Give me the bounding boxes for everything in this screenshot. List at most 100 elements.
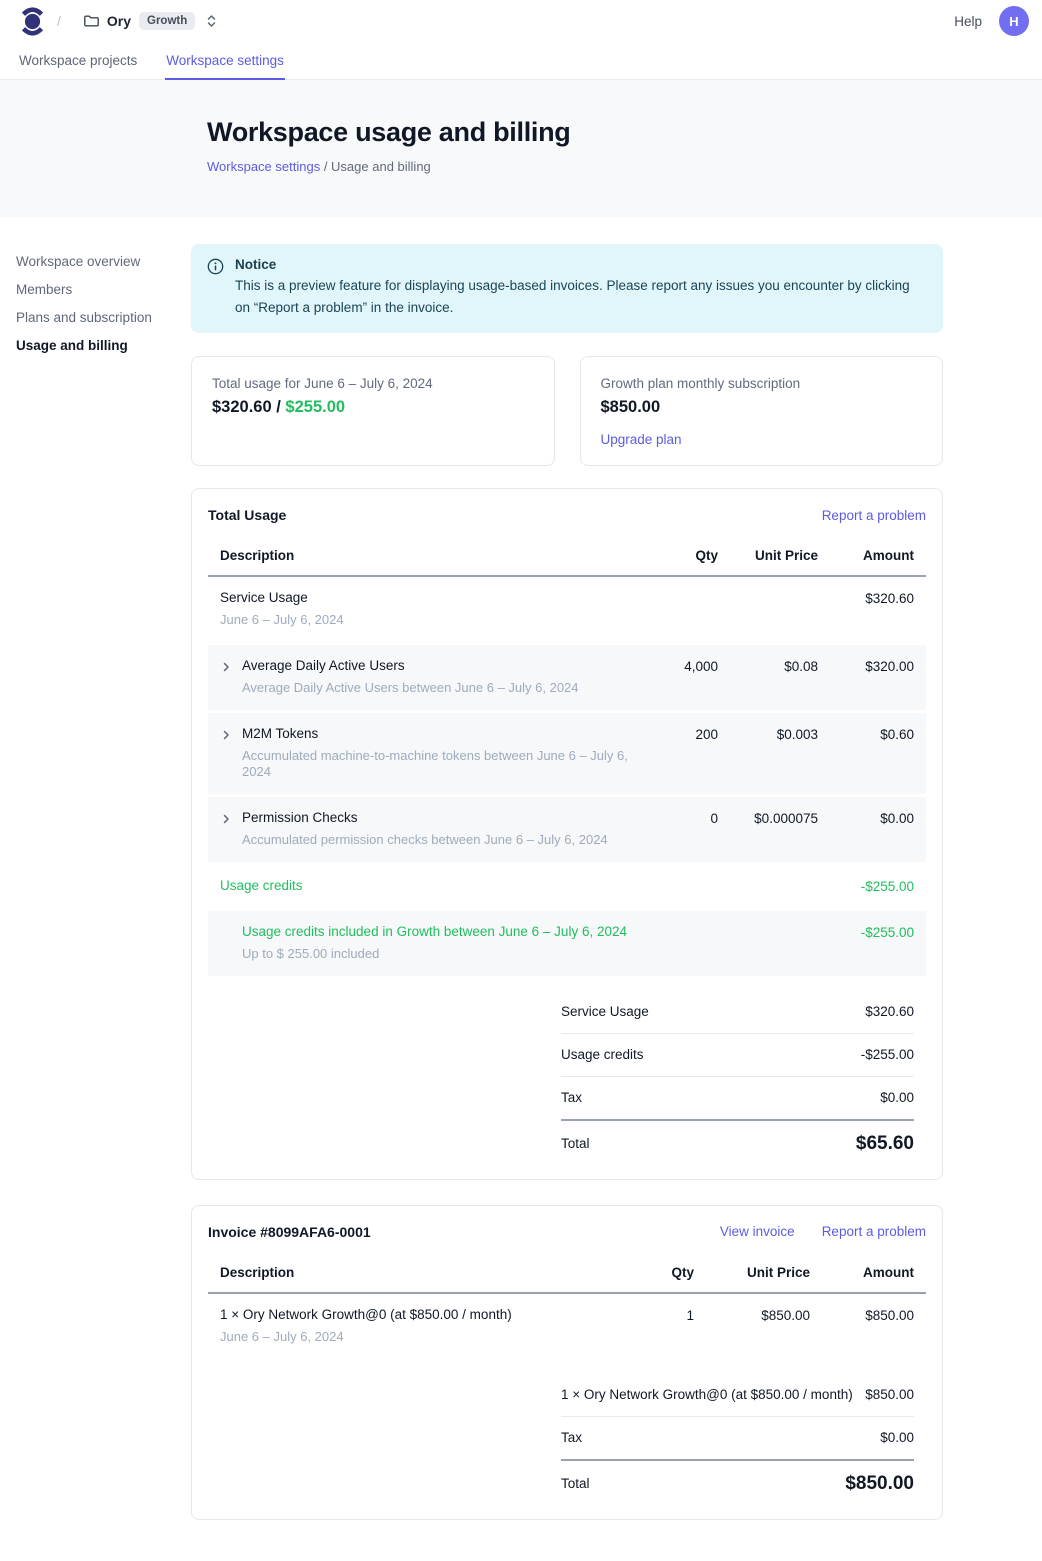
- usage-summary: Service Usage $320.60 Usage credits -$25…: [561, 991, 914, 1157]
- usage-table-body: Service Usage June 6 – July 6, 2024 $320…: [208, 577, 926, 976]
- invoice-panel-header: Invoice #8099AFA6-0001 View invoice Repo…: [208, 1224, 926, 1255]
- summary-row: Usage credits -$255.00: [561, 1034, 914, 1077]
- view-invoice-link[interactable]: View invoice: [720, 1224, 795, 1239]
- summary-value: -$255.00: [861, 1047, 914, 1062]
- col-amount: Amount: [814, 1265, 914, 1280]
- row-unit-price: $850.00: [698, 1307, 810, 1346]
- total-usage-label: Total usage for June 6 – July 6, 2024: [212, 376, 534, 391]
- help-link[interactable]: Help: [954, 14, 982, 29]
- row-amount: -$255.00: [822, 878, 914, 895]
- summary-value: $0.00: [880, 1090, 914, 1105]
- row-amount: $0.00: [822, 810, 914, 849]
- row-amount: -$255.00: [822, 924, 914, 963]
- page-header: Workspace usage and billing Workspace se…: [0, 80, 1042, 217]
- unfold-chevrons-icon: [205, 14, 218, 28]
- summary-label: Usage credits: [561, 1047, 644, 1062]
- settings-sidebar: Workspace overview Members Plans and sub…: [0, 244, 191, 359]
- row-description: Usage credits: [220, 878, 303, 895]
- summary-label: Tax: [561, 1090, 582, 1105]
- total-usage-panel-title: Total Usage: [208, 507, 286, 523]
- row-subtitle: June 6 – July 6, 2024: [220, 1329, 512, 1346]
- expand-chevron-icon[interactable]: [220, 726, 233, 744]
- col-amount: Amount: [822, 548, 914, 563]
- info-icon: [207, 258, 224, 318]
- expand-chevron-icon[interactable]: [220, 924, 233, 942]
- table-row: Permission Checks Accumulated permission…: [208, 797, 926, 862]
- workspace-switcher[interactable]: Ory Growth: [83, 12, 218, 30]
- col-qty: Qty: [634, 1265, 694, 1280]
- summary-row: Tax $0.00: [561, 1417, 914, 1461]
- subscription-value: $850.00: [601, 398, 923, 417]
- row-qty: 4,000: [636, 658, 718, 697]
- table-row: Usage credits included in Growth between…: [208, 911, 926, 976]
- row-unit-price: [722, 878, 818, 895]
- row-qty: [636, 878, 718, 895]
- usage-total-row: Total $65.60: [561, 1121, 914, 1157]
- invoice-table-header: Description Qty Unit Price Amount: [208, 1255, 926, 1294]
- total-usage-card: Total usage for June 6 – July 6, 2024 $3…: [191, 356, 555, 466]
- sidebar-item-plans-and-subscription[interactable]: Plans and subscription: [16, 303, 191, 331]
- breadcrumb-settings-link[interactable]: Workspace settings: [207, 159, 320, 174]
- expand-chevron-icon[interactable]: [220, 658, 233, 676]
- summary-cards: Total usage for June 6 – July 6, 2024 $3…: [191, 356, 943, 466]
- table-row: M2M Tokens Accumulated machine-to-machin…: [208, 713, 926, 795]
- col-unit-price: Unit Price: [722, 548, 818, 563]
- breadcrumb: Workspace settings / Usage and billing: [207, 159, 1042, 174]
- col-unit-price: Unit Price: [698, 1265, 810, 1280]
- tab-workspace-projects[interactable]: Workspace projects: [18, 42, 138, 80]
- row-description: Average Daily Active Users: [242, 658, 579, 675]
- usage-total-label: Total: [561, 1136, 590, 1151]
- total-usage-panel: Total Usage Report a problem Description…: [191, 488, 943, 1180]
- row-description: 1 × Ory Network Growth@0 (at $850.00 / m…: [220, 1307, 512, 1324]
- usage-credit-value: $255.00: [285, 398, 345, 416]
- subscription-label: Growth plan monthly subscription: [601, 376, 923, 391]
- row-subtitle: Average Daily Active Users between June …: [242, 680, 579, 697]
- sidebar-item-usage-and-billing[interactable]: Usage and billing: [16, 331, 191, 359]
- invoice-title: Invoice #8099AFA6-0001: [208, 1224, 371, 1240]
- report-problem-link-usage[interactable]: Report a problem: [822, 508, 926, 523]
- row-subtitle: June 6 – July 6, 2024: [220, 612, 344, 629]
- row-description: M2M Tokens: [242, 726, 632, 743]
- table-row: Service Usage June 6 – July 6, 2024 $320…: [208, 577, 926, 642]
- row-amount: $850.00: [814, 1307, 914, 1346]
- invoice-table-body: 1 × Ory Network Growth@0 (at $850.00 / m…: [208, 1294, 926, 1359]
- workspace-tabs: Workspace projects Workspace settings: [0, 42, 1042, 80]
- row-qty: 200: [636, 726, 718, 782]
- page-title: Workspace usage and billing: [207, 117, 1042, 148]
- row-unit-price: $0.003: [722, 726, 818, 782]
- notice-title: Notice: [235, 257, 927, 272]
- invoice-total-row: Total $850.00: [561, 1461, 914, 1497]
- summary-value: $0.00: [880, 1430, 914, 1445]
- total-usage-value: $320.60 / $255.00: [212, 398, 534, 417]
- ory-logo-icon[interactable]: [19, 6, 46, 37]
- tab-workspace-settings[interactable]: Workspace settings: [165, 42, 285, 80]
- sidebar-item-workspace-overview[interactable]: Workspace overview: [16, 247, 191, 275]
- preview-notice: Notice This is a preview feature for dis…: [191, 244, 943, 333]
- summary-value: $850.00: [865, 1387, 914, 1402]
- workspace-name: Ory: [107, 13, 131, 29]
- row-description: Permission Checks: [242, 810, 608, 827]
- col-description: Description: [220, 1265, 630, 1280]
- row-amount: $320.60: [822, 590, 914, 629]
- row-description: Service Usage: [220, 590, 344, 607]
- usage-table-header: Description Qty Unit Price Amount: [208, 538, 926, 577]
- notice-body: This is a preview feature for displaying…: [235, 275, 927, 318]
- row-unit-price: $0.08: [722, 658, 818, 697]
- summary-row: Service Usage $320.60: [561, 991, 914, 1034]
- expand-chevron-icon[interactable]: [220, 810, 233, 828]
- summary-value: $320.60: [865, 1004, 914, 1019]
- upgrade-plan-link[interactable]: Upgrade plan: [601, 432, 682, 447]
- row-unit-price: [722, 590, 818, 629]
- summary-row: 1 × Ory Network Growth@0 (at $850.00 / m…: [561, 1374, 914, 1417]
- row-unit-price: $0.000075: [722, 810, 818, 849]
- row-qty: [636, 590, 718, 629]
- row-qty: 1: [634, 1307, 694, 1346]
- row-unit-price: [722, 924, 818, 963]
- sidebar-item-members[interactable]: Members: [16, 275, 191, 303]
- user-avatar[interactable]: H: [999, 6, 1029, 36]
- report-problem-link-invoice[interactable]: Report a problem: [822, 1224, 926, 1239]
- row-subtitle: Up to $ 255.00 included: [242, 946, 627, 963]
- row-description: Usage credits included in Growth between…: [242, 924, 627, 941]
- col-description: Description: [220, 548, 632, 563]
- subscription-card: Growth plan monthly subscription $850.00…: [580, 356, 944, 466]
